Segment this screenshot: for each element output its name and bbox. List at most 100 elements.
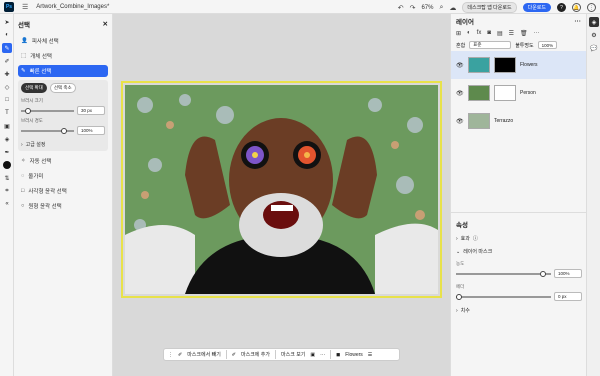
mask-icon[interactable]: ◙ (487, 30, 491, 37)
rectangle-icon: □ (21, 188, 25, 194)
layer-thumbnail (468, 57, 490, 73)
comments-icon[interactable]: 💬 (589, 43, 599, 53)
brush-size-slider[interactable] (21, 107, 74, 114)
eraser-tool-icon[interactable]: ◇ (2, 82, 12, 92)
view-mask-button[interactable]: 마스크 보기 (281, 351, 305, 358)
mask-toggle-icon[interactable]: ▣ (310, 352, 315, 358)
brush-icon: ✐ (178, 351, 183, 358)
more-options-icon[interactable]: ··· (575, 18, 582, 25)
undo-icon[interactable]: ↶ (398, 4, 404, 12)
layer-mask-icon: ◼ (336, 351, 341, 358)
layer-row-person[interactable]: 👁 Person (451, 79, 586, 107)
add-selection-button[interactable]: 선택 확대 (21, 83, 47, 93)
shape-tool-icon[interactable]: □ (2, 95, 12, 105)
quick-select-tool-icon[interactable]: ✎ (2, 43, 12, 53)
foreground-color-swatch[interactable] (3, 161, 11, 169)
effects-section[interactable]: › 효과 ⓘ (456, 235, 582, 243)
collapse-toolbar-icon[interactable]: « (2, 199, 12, 209)
eyedropper-tool-icon[interactable]: ✒ (2, 147, 12, 157)
healing-tool-icon[interactable]: ✚ (2, 69, 12, 79)
document-title[interactable]: Artwork_Combine_Images* (36, 4, 109, 10)
properties-panel: 속성 › 효과 ⓘ ⌄ 레이어 마스크 농도 100% 페더 0 px › 치수 (451, 212, 587, 326)
object-select-item[interactable]: ⬚ 개체 선택 (18, 50, 108, 62)
download-desktop-button[interactable]: 데스크탑 앱 다운로드 (462, 2, 517, 13)
size-section[interactable]: › 치수 (456, 307, 582, 315)
add-layer-icon[interactable]: ⊞ (456, 30, 461, 37)
type-tool-icon[interactable]: T (2, 108, 12, 118)
layer-select-icon[interactable]: ◐ (2, 30, 12, 40)
quick-select-item[interactable]: ✎ 빠른 선택 (18, 65, 108, 77)
chevron-down-icon: ⌄ (456, 248, 461, 255)
select-subject-item[interactable]: 👤 피사체 선택 (18, 35, 108, 47)
active-layer-label[interactable]: Flowers (345, 352, 363, 358)
search-icon[interactable]: ⌕ (439, 4, 443, 12)
add-to-mask-button[interactable]: 마스크에 추가 (241, 351, 270, 358)
swap-colors-icon[interactable]: ⇅ (2, 173, 12, 183)
drag-handle-icon[interactable]: ⋮ (168, 352, 173, 358)
layer-mask-thumbnail[interactable] (494, 57, 516, 73)
visibility-eye-icon[interactable]: 👁 (456, 118, 464, 125)
layer-mask-thumbnail[interactable] (494, 85, 516, 101)
density-input[interactable]: 100% (554, 269, 582, 278)
layers-panel-icon[interactable]: ◈ (589, 17, 599, 27)
adjustment-icon[interactable]: ◐ (467, 30, 471, 37)
brush-hardness-label: 브러시 경도 (21, 118, 43, 123)
close-panel-icon[interactable]: ✕ (103, 20, 108, 28)
brush-icon: ✐ (231, 351, 236, 358)
advanced-settings-toggle[interactable]: › 고급 설정 (21, 141, 105, 149)
delete-icon[interactable]: 🗑 (520, 30, 528, 37)
adjustments-panel-icon[interactable]: ⚙ (589, 30, 599, 40)
notification-icon[interactable]: 🔔 (572, 3, 581, 12)
visibility-eye-icon[interactable]: 👁 (456, 90, 464, 97)
layer-row-flowers[interactable]: 👁 Flowers (451, 51, 586, 79)
crop-tool-icon[interactable]: ⌗ (2, 186, 12, 196)
layer-mask-section[interactable]: ⌄ 레이어 마스크 (456, 248, 582, 256)
help-icon[interactable]: ? (557, 3, 566, 12)
more-icon[interactable]: ··· (534, 30, 540, 37)
rect-marquee-item[interactable]: □ 사각형 윤곽 선택 (18, 185, 108, 197)
fill-tool-icon[interactable]: ◈ (2, 134, 12, 144)
lasso-item[interactable]: ◌ 올가미 (18, 170, 108, 182)
opacity-input[interactable]: 100% (537, 41, 558, 49)
artwork-image[interactable] (125, 85, 438, 294)
more-icon[interactable]: ··· (320, 352, 325, 358)
object-select-icon: ⬚ (21, 53, 27, 59)
group-icon[interactable]: ▤ (497, 30, 503, 37)
layer-row-terrazzo[interactable]: 👁 Terrazzo (451, 107, 586, 135)
mask-floating-toolbar: ⋮ ✐ 마스크에서 빼기 ✐ 마스크에 추가 마스크 보기 ▣ ··· ◼ Fl… (163, 348, 400, 361)
apps-icon[interactable]: ⋮ (587, 3, 596, 12)
feather-slider[interactable] (456, 293, 551, 300)
brush-hardness-slider[interactable] (21, 127, 74, 134)
visibility-eye-icon[interactable]: 👁 (456, 62, 464, 69)
move-tool-icon[interactable]: ➤ (2, 17, 12, 27)
artboard[interactable] (121, 81, 442, 298)
cloud-icon[interactable]: ☁ (449, 4, 456, 12)
feather-label: 페더 (456, 284, 465, 289)
zoom-level[interactable]: 67% (421, 5, 433, 11)
settings-sliders-icon[interactable]: ☰ (368, 352, 372, 358)
menu-icon[interactable]: ☰ (22, 3, 28, 11)
brush-hardness-input[interactable]: 100% (77, 126, 105, 135)
layer-name: Person (520, 90, 536, 96)
info-icon: ⓘ (472, 236, 478, 242)
magic-wand-icon: ✧ (21, 158, 26, 164)
subtract-from-mask-button[interactable]: 마스크에서 빼기 (187, 351, 221, 358)
subtract-selection-button[interactable]: 선택 축소 (49, 83, 76, 93)
ellipse-marquee-item[interactable]: ○ 원형 윤곽 선택 (18, 200, 108, 212)
brush-tool-icon[interactable]: ✐ (2, 56, 12, 66)
blend-mode-select[interactable]: 표준 (469, 41, 512, 49)
layer-thumbnail (468, 85, 490, 101)
fx-icon[interactable]: fx (477, 30, 482, 37)
density-slider[interactable] (456, 270, 551, 277)
ellipse-icon: ○ (21, 203, 25, 209)
redo-icon[interactable]: ↷ (410, 4, 416, 12)
brush-size-input[interactable]: 30 px (77, 106, 105, 115)
auto-select-item[interactable]: ✧ 자동 선택 (18, 155, 108, 167)
layers-panel: 레이어 ··· ⊞ ◐ fx ◙ ▤ ☰ 🗑 ··· 혼합 표준 불투명도 10… (450, 14, 587, 376)
stack-icon[interactable]: ☰ (509, 30, 514, 37)
feather-input[interactable]: 0 px (554, 292, 582, 301)
download-button[interactable]: 다운로드 (522, 3, 551, 12)
image-tool-icon[interactable]: ▣ (2, 121, 12, 131)
canvas-area[interactable]: ⋮ ✐ 마스크에서 빼기 ✐ 마스크에 추가 마스크 보기 ▣ ··· ◼ Fl… (113, 14, 450, 376)
selection-panel: 선택 ✕ 👤 피사체 선택 ⬚ 개체 선택 ✎ 빠른 선택 선택 확대 선택 축… (14, 14, 113, 376)
